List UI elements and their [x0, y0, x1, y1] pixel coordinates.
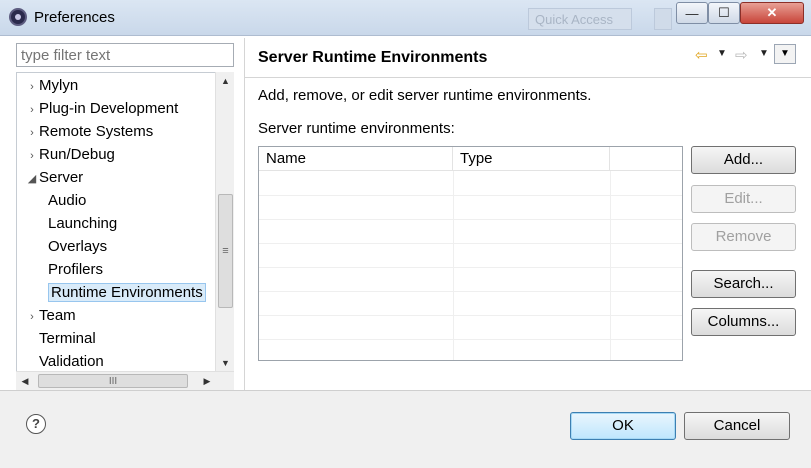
- tree-item-label: Server: [39, 169, 84, 186]
- columns-button[interactable]: Columns...: [691, 308, 796, 336]
- tree-item-label: Plug-in Development: [39, 100, 179, 117]
- help-icon[interactable]: ?: [26, 414, 46, 434]
- back-arrow-icon[interactable]: ⇦: [695, 46, 708, 64]
- tree-item[interactable]: › Run/Debug: [25, 144, 115, 166]
- tree-item[interactable]: Terminal: [25, 328, 96, 350]
- preferences-nav-panel: ›Mylyn›Plug-in Development›Remote System…: [12, 38, 244, 390]
- tree-item[interactable]: Runtime Environments: [45, 282, 206, 304]
- background-toolbar-icon: [654, 8, 672, 30]
- tree-item-label: Run/Debug: [39, 146, 115, 163]
- quick-access-field: Quick Access: [528, 8, 632, 30]
- tree-item-label: Mylyn: [39, 77, 79, 94]
- tree-item-label: Audio: [48, 192, 87, 209]
- scroll-right-arrow-icon[interactable]: ▶: [198, 372, 216, 390]
- cancel-button[interactable]: Cancel: [684, 412, 790, 440]
- row-gridline: [259, 243, 682, 244]
- row-gridline: [259, 267, 682, 268]
- runtime-environments-table[interactable]: Name Type: [258, 146, 683, 361]
- row-gridline: [259, 195, 682, 196]
- tree-item-label: Remote Systems: [39, 123, 154, 140]
- horizontal-scroll-thumb[interactable]: III: [38, 374, 188, 388]
- environments-list-label: Server runtime environments:: [258, 120, 455, 137]
- tree-item-label: Profilers: [48, 261, 104, 278]
- panel-divider[interactable]: [244, 38, 245, 390]
- scroll-up-arrow-icon[interactable]: ▲: [216, 72, 235, 90]
- tree-item-label: Terminal: [39, 330, 96, 347]
- tree-item[interactable]: › Plug-in Development: [25, 98, 178, 120]
- title-bar: Preferences Quick Access — ☐ ✕: [0, 0, 811, 36]
- collapsed-arrow-icon[interactable]: ›: [25, 145, 39, 167]
- column-header-extra[interactable]: [610, 147, 682, 171]
- tree-vertical-scrollbar[interactable]: ▲ ≡ ▼: [215, 72, 234, 372]
- expanded-arrow-icon[interactable]: ◢: [25, 168, 39, 190]
- tree-horizontal-scrollbar[interactable]: ◀ III ▶: [16, 371, 234, 390]
- filter-input[interactable]: [16, 43, 234, 67]
- edit-button[interactable]: Edit...: [691, 185, 796, 213]
- row-gridline: [259, 339, 682, 340]
- dialog-footer: ? OK Cancel: [0, 391, 811, 468]
- row-gridline: [259, 315, 682, 316]
- tree-item[interactable]: Overlays: [45, 236, 107, 258]
- tree-item[interactable]: Profilers: [45, 259, 103, 281]
- collapsed-arrow-icon[interactable]: ›: [25, 76, 39, 98]
- forward-history-dropdown-icon[interactable]: ▼: [759, 48, 769, 59]
- back-history-dropdown-icon[interactable]: ▼: [717, 48, 727, 59]
- tree-item[interactable]: › Mylyn: [25, 75, 78, 97]
- page-header: Server Runtime Environments ⇦ ▼ ⇨ ▼ ▼: [245, 38, 811, 78]
- tree-item[interactable]: › Remote Systems: [25, 121, 153, 143]
- page-description: Add, remove, or edit server runtime envi…: [258, 87, 592, 104]
- view-menu-button[interactable]: ▼: [774, 44, 796, 64]
- page-title: Server Runtime Environments: [258, 49, 488, 66]
- column-header-type[interactable]: Type: [453, 147, 610, 171]
- row-gridline: [259, 219, 682, 220]
- scroll-left-arrow-icon[interactable]: ◀: [16, 372, 34, 390]
- tree-item[interactable]: Audio: [45, 190, 86, 212]
- tree-item-label: Overlays: [48, 238, 108, 255]
- collapsed-arrow-icon[interactable]: ›: [25, 99, 39, 121]
- minimize-button[interactable]: —: [676, 2, 708, 24]
- scroll-down-arrow-icon[interactable]: ▼: [216, 354, 235, 372]
- tree-item[interactable]: Validation: [25, 351, 104, 373]
- tree-item[interactable]: › Team: [25, 305, 76, 327]
- ok-button[interactable]: OK: [570, 412, 676, 440]
- collapsed-arrow-icon[interactable]: ›: [25, 306, 39, 328]
- tree-item-label: Team: [39, 307, 76, 324]
- tree-item[interactable]: Launching: [45, 213, 117, 235]
- column-header-name[interactable]: Name: [259, 147, 453, 171]
- add-button[interactable]: Add...: [691, 146, 796, 174]
- collapsed-arrow-icon[interactable]: ›: [25, 122, 39, 144]
- column-separator: [610, 171, 611, 360]
- maximize-button[interactable]: ☐: [708, 2, 740, 24]
- search-button[interactable]: Search...: [691, 270, 796, 298]
- window-title: Preferences: [34, 9, 115, 26]
- close-button[interactable]: ✕: [740, 2, 804, 24]
- vertical-scroll-thumb[interactable]: ≡: [218, 194, 233, 308]
- eclipse-app-icon: [9, 8, 27, 26]
- tree-item-label: Validation: [39, 353, 104, 370]
- preferences-tree: › Mylyn › Plug-in Development › Remote System…: [16, 72, 234, 390]
- column-separator: [453, 171, 454, 360]
- remove-button[interactable]: Remove: [691, 223, 796, 251]
- tree-item-label: Runtime Environments: [48, 283, 206, 302]
- tree-item[interactable]: ◢ Server: [25, 167, 83, 189]
- forward-arrow-icon[interactable]: ⇨: [735, 46, 748, 64]
- tree-item-label: Launching: [48, 215, 118, 232]
- row-gridline: [259, 291, 682, 292]
